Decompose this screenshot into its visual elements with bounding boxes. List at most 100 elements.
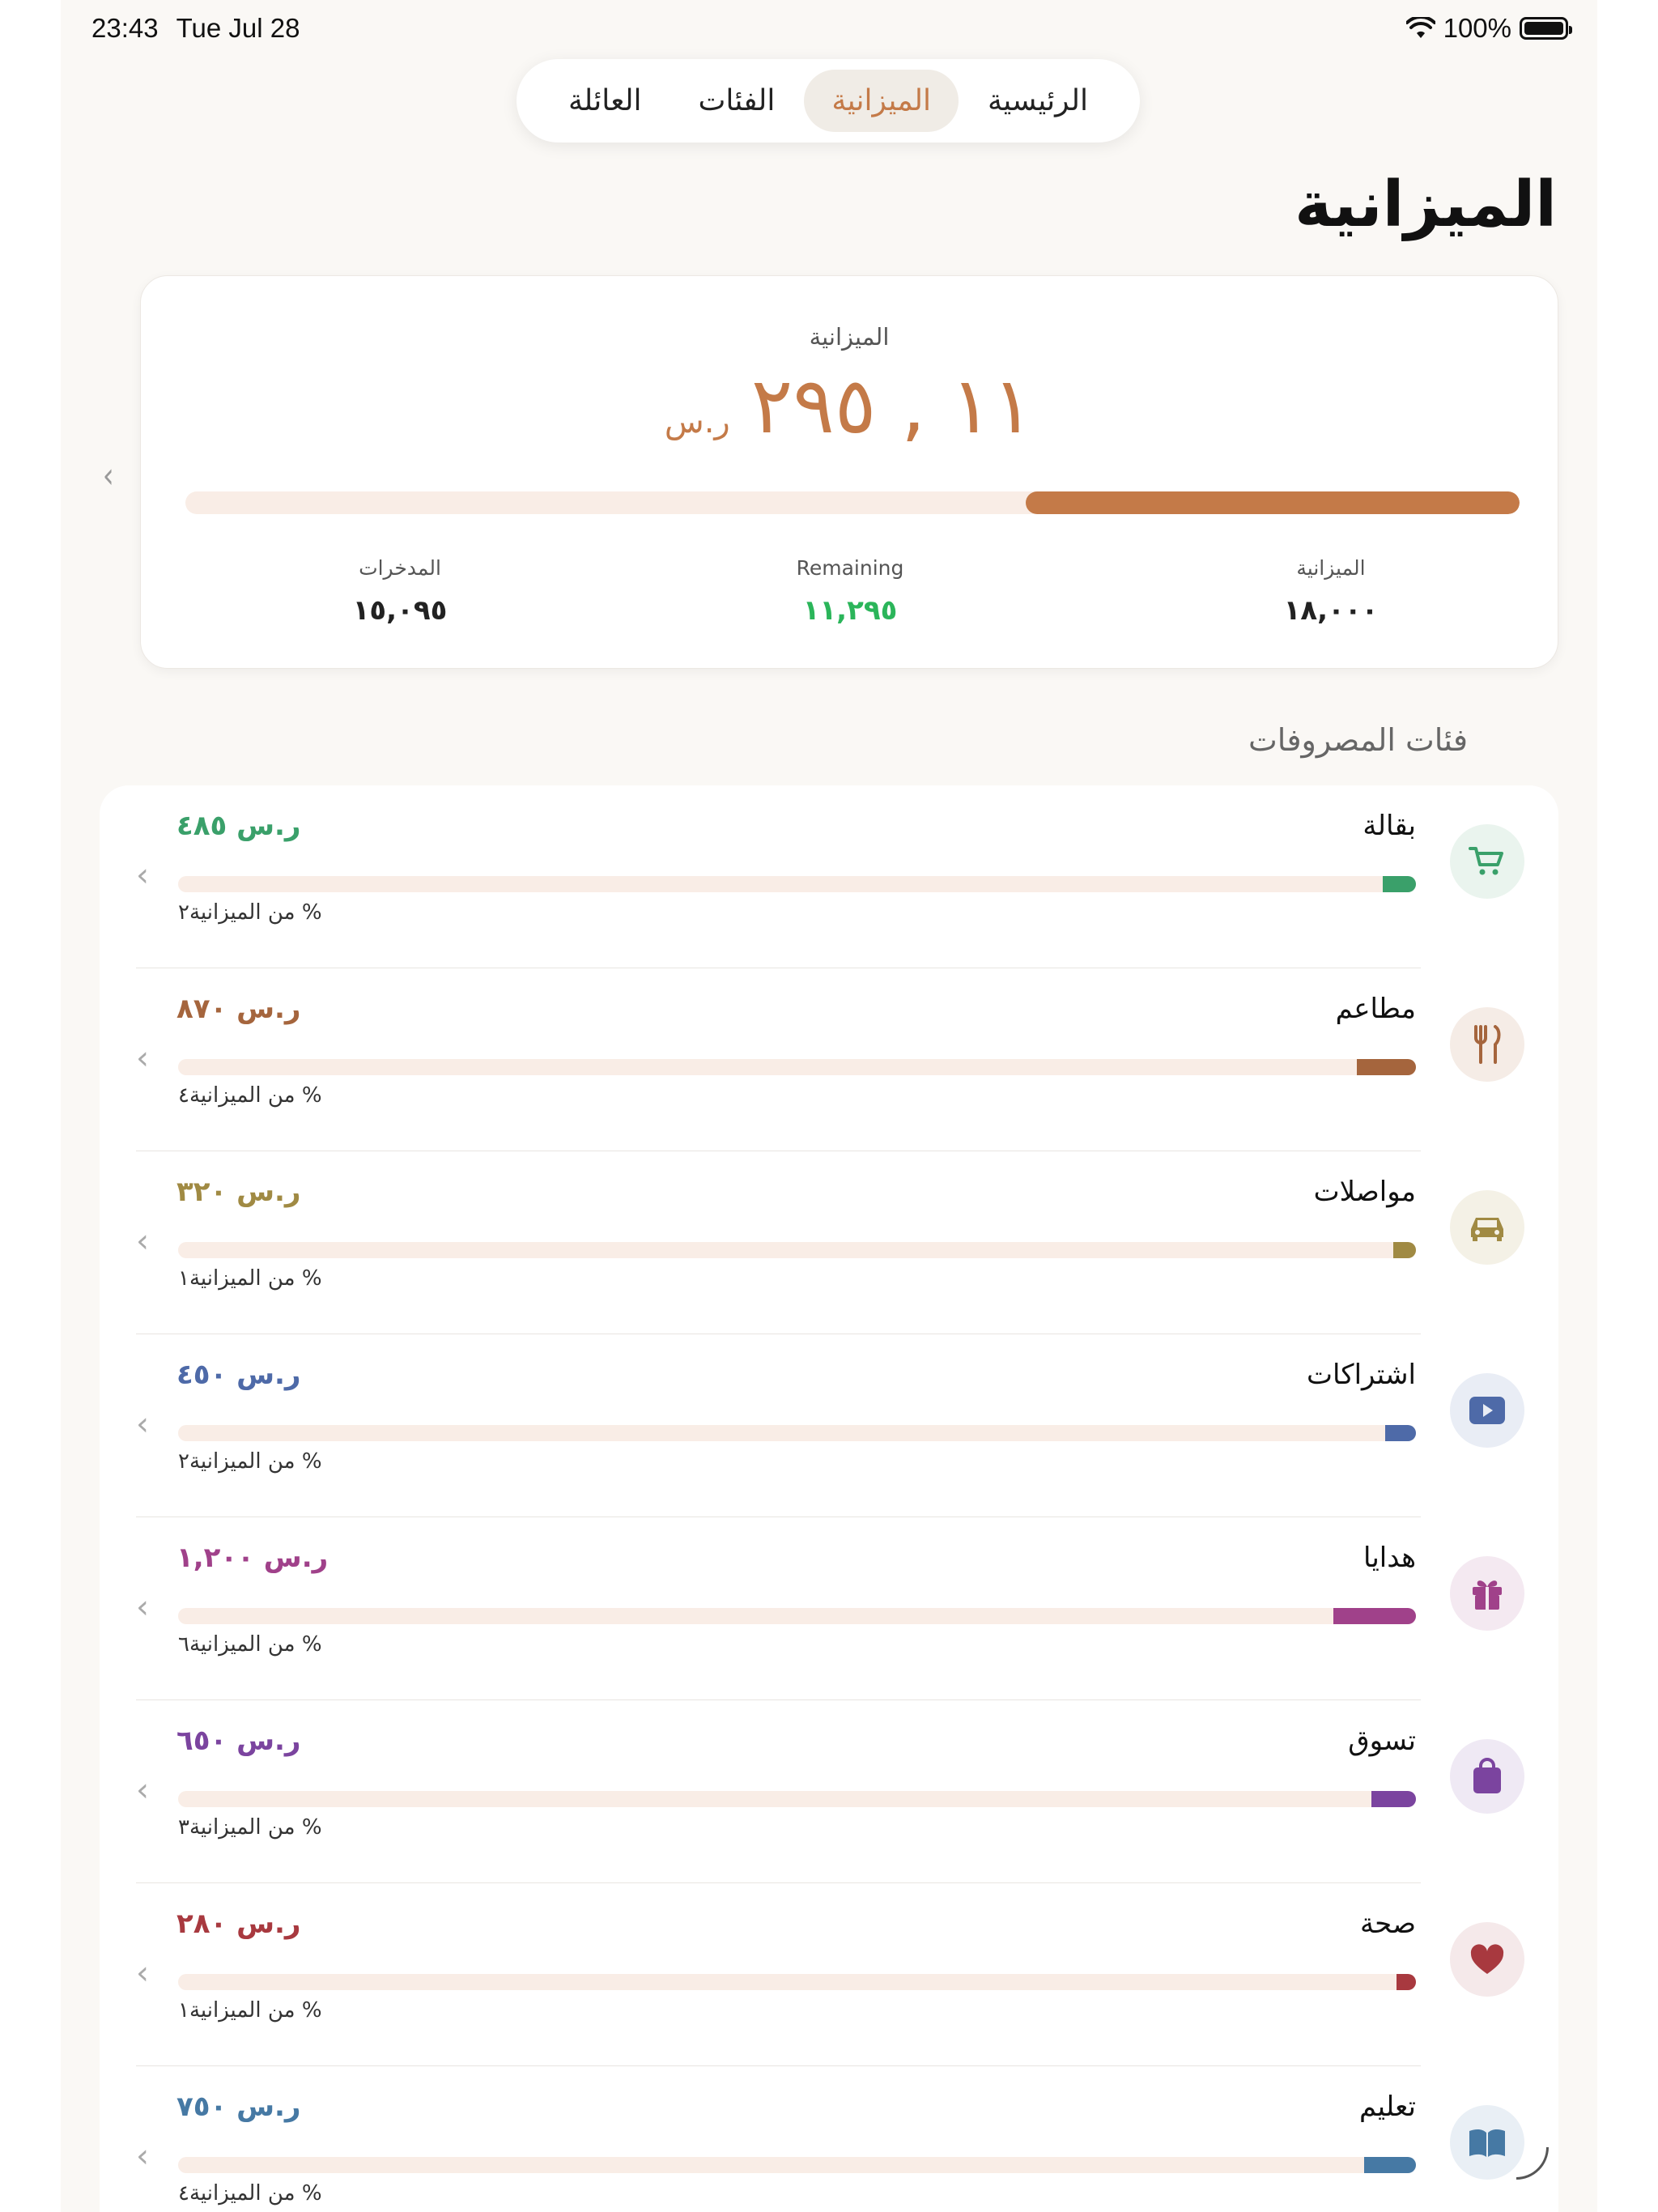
- category-amount: ر.س ١,٢٠٠: [176, 1542, 329, 1574]
- amount-value: ١١ , ٢٩٥: [750, 360, 1035, 451]
- icon-circle: [1450, 1190, 1524, 1265]
- category-progress-fill: [1371, 1791, 1416, 1807]
- category-progress-bar: [178, 2157, 1416, 2173]
- list-item[interactable]: تسوق ر.س ٦٥٠ % من الميزانية٣ ‹: [100, 1700, 1558, 1883]
- list-item[interactable]: مواصلات ر.س ٣٢٠ % من الميزانية١ ‹: [100, 1151, 1558, 1334]
- categories-list: بقالة ر.س ٤٨٥ % من الميزانية٢ ‹ مطاعم ر.…: [100, 785, 1558, 2212]
- status-indicators: 100%: [1405, 13, 1572, 44]
- chevron-left-icon: ‹: [136, 1955, 149, 1992]
- category-percent: % من الميزانية٦: [178, 1632, 322, 1657]
- tab-home[interactable]: الرئيسية: [960, 70, 1116, 132]
- chevron-left-icon: ‹: [136, 857, 149, 894]
- tab-categories[interactable]: الفئات: [670, 70, 802, 132]
- category-name: بقالة: [1363, 810, 1416, 842]
- category-progress-fill: [1356, 1059, 1416, 1075]
- app-screen: 23:43 Tue Jul 28 100% الرئيسية الميزانية …: [61, 0, 1597, 2212]
- category-progress-bar: [178, 1791, 1416, 1807]
- category-name: صحة: [1359, 1908, 1416, 1940]
- category-percent: % من الميزانية٤: [178, 1083, 322, 1108]
- category-name: اشتراكات: [1307, 1359, 1416, 1391]
- book-icon: [1469, 2129, 1505, 2157]
- category-percent: % من الميزانية٢: [178, 900, 322, 925]
- budget-progress-bar: [185, 491, 1520, 514]
- status-date: Tue Jul 28: [176, 13, 300, 43]
- category-name: مطاعم: [1335, 993, 1416, 1025]
- status-time: 23:43: [91, 13, 159, 43]
- battery-percent: 100%: [1443, 13, 1511, 43]
- category-amount: ر.س ٤٨٥: [176, 810, 301, 842]
- category-progress-fill: [1363, 2157, 1416, 2173]
- stat-remaining-label: Remaining: [796, 556, 904, 580]
- icon-circle: [1450, 1739, 1524, 1814]
- list-item[interactable]: صحة ر.س ٢٨٠ % من الميزانية١ ‹: [100, 1883, 1558, 2066]
- list-item[interactable]: هدايا ر.س ١,٢٠٠ % من الميزانية٦ ‹: [100, 1517, 1558, 1700]
- category-progress-fill: [1384, 1425, 1416, 1441]
- currency-label: ر.س: [664, 403, 730, 440]
- budget-summary-label: الميزانية: [809, 323, 890, 351]
- bag-icon: [1473, 1758, 1501, 1793]
- category-progress-bar: [178, 1974, 1416, 1990]
- chevron-left-icon: ‹: [136, 1589, 149, 1626]
- chevron-left-icon: ‹: [136, 1223, 149, 1260]
- category-progress-fill: [1382, 876, 1416, 892]
- icon-circle: [1450, 2105, 1524, 2180]
- category-progress-bar: [178, 1425, 1416, 1441]
- status-time-date: 23:43 Tue Jul 28: [91, 13, 300, 44]
- category-name: تسوق: [1348, 1725, 1416, 1757]
- stat-savings: المدخرات ١٥,٠٩٥: [295, 556, 505, 627]
- budget-progress-fill: [1026, 491, 1520, 514]
- play-icon: [1469, 1397, 1505, 1424]
- wifi-icon: [1405, 17, 1435, 38]
- category-progress-fill: [1393, 1242, 1416, 1258]
- budget-summary-amount: ر.س ١١ , ٢٩٥: [141, 360, 1558, 451]
- category-progress-fill: [1333, 1608, 1416, 1624]
- heart-icon: [1470, 1944, 1504, 1974]
- category-percent: % من الميزانية١: [178, 1998, 322, 2023]
- expense-categories-title: فئات المصروفات: [1248, 722, 1468, 758]
- category-progress-bar: [178, 1242, 1416, 1258]
- category-amount: ر.س ٣٢٠: [176, 1176, 301, 1208]
- icon-circle: [1450, 824, 1524, 899]
- top-tab-bar: الرئيسية الميزانية الفئات العائلة: [517, 59, 1140, 143]
- category-name: مواصلات: [1313, 1176, 1416, 1208]
- list-item[interactable]: بقالة ر.س ٤٨٥ % من الميزانية٢ ‹: [100, 785, 1558, 968]
- stat-savings-label: المدخرات: [359, 556, 441, 580]
- fork-knife-icon: [1474, 1025, 1501, 1064]
- stat-budget-label: الميزانية: [1296, 556, 1366, 580]
- list-item[interactable]: اشتراكات ر.س ٤٥٠ % من الميزانية٢ ‹: [100, 1334, 1558, 1517]
- category-percent: % من الميزانية٤: [178, 2181, 322, 2206]
- list-item[interactable]: مطاعم ر.س ٨٧٠ % من الميزانية٤ ‹: [100, 968, 1558, 1151]
- category-progress-bar: [178, 1059, 1416, 1075]
- category-progress-fill: [1396, 1974, 1416, 1990]
- cart-icon: [1469, 847, 1503, 875]
- icon-circle: [1450, 1373, 1524, 1448]
- chevron-left-icon: ‹: [136, 2138, 149, 2175]
- category-progress-bar: [178, 876, 1416, 892]
- page-title: الميزانية: [1295, 168, 1557, 241]
- category-percent: % من الميزانية٢: [178, 1449, 322, 1474]
- stat-budget: الميزانية ١٨,٠٠٠: [1226, 556, 1436, 627]
- chevron-left-icon: ‹: [136, 1040, 149, 1077]
- tab-budget[interactable]: الميزانية: [804, 70, 959, 132]
- car-icon: [1471, 1218, 1503, 1241]
- list-item[interactable]: تعليم ر.س ٧٥٠ % من الميزانية٤ ‹: [100, 2066, 1558, 2212]
- chevron-left-icon: ‹: [136, 1772, 149, 1809]
- category-name: هدايا: [1363, 1542, 1416, 1574]
- stat-remaining-value: ١١,٢٩٥: [802, 594, 898, 627]
- category-progress-bar: [178, 1608, 1416, 1624]
- icon-circle: [1450, 1556, 1524, 1631]
- category-amount: ر.س ٤٥٠: [176, 1359, 301, 1391]
- category-amount: ر.س ٦٥٠: [176, 1725, 301, 1757]
- budget-summary-card[interactable]: الميزانية ر.س ١١ , ٢٩٥ الميزانية ١٨,٠٠٠ …: [140, 275, 1558, 669]
- stat-budget-value: ١٨,٠٠٠: [1283, 594, 1379, 627]
- stat-savings-value: ١٥,٠٩٥: [352, 594, 448, 627]
- battery-icon: [1520, 17, 1572, 40]
- previous-period-chevron-icon[interactable]: ‹: [103, 455, 114, 496]
- stat-remaining: Remaining ١١,٢٩٥: [745, 556, 955, 627]
- icon-circle: [1450, 1007, 1524, 1082]
- category-amount: ر.س ٢٨٠: [176, 1908, 301, 1940]
- status-bar: 23:43 Tue Jul 28 100%: [61, 0, 1597, 57]
- category-percent: % من الميزانية٣: [178, 1815, 322, 1840]
- tab-family[interactable]: العائلة: [541, 70, 670, 132]
- category-percent: % من الميزانية١: [178, 1266, 322, 1291]
